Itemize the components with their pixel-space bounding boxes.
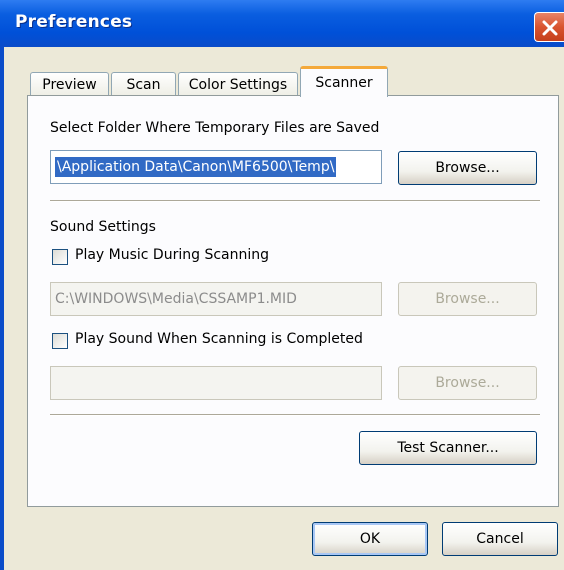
play-sound-checkbox[interactable] bbox=[52, 333, 68, 349]
preferences-dialog: Preferences Preview Scan Color Settings … bbox=[0, 0, 564, 570]
play-music-checkbox[interactable] bbox=[52, 249, 68, 265]
section-divider bbox=[50, 200, 540, 202]
temp-folder-label: Select Folder Where Temporary Files are … bbox=[50, 120, 380, 136]
test-scanner-button[interactable]: Test Scanner... bbox=[359, 431, 537, 465]
title-bar[interactable]: Preferences bbox=[0, 0, 564, 47]
window-title: Preferences bbox=[15, 12, 133, 32]
cancel-button[interactable]: Cancel bbox=[442, 522, 558, 556]
sound-settings-heading: Sound Settings bbox=[50, 219, 156, 235]
temp-folder-field[interactable]: \Application Data\Canon\MF6500\Temp\ bbox=[50, 150, 382, 184]
tab-scan[interactable]: Scan bbox=[111, 72, 176, 96]
scanner-tab-panel: Select Folder Where Temporary Files are … bbox=[27, 95, 559, 507]
tab-preview[interactable]: Preview bbox=[30, 72, 109, 96]
close-button[interactable] bbox=[534, 12, 564, 42]
sound-browse-button[interactable]: Browse... bbox=[398, 366, 537, 400]
play-music-label[interactable]: Play Music During Scanning bbox=[75, 247, 269, 263]
temp-folder-browse-button[interactable]: Browse... bbox=[398, 151, 537, 185]
tab-color-settings[interactable]: Color Settings bbox=[178, 72, 298, 96]
tab-scanner[interactable]: Scanner bbox=[300, 66, 388, 97]
play-sound-label[interactable]: Play Sound When Scanning is Completed bbox=[75, 331, 363, 347]
window-border bbox=[0, 47, 4, 570]
music-file-field[interactable]: C:\WINDOWS\Media\CSSAMP1.MID bbox=[50, 282, 382, 316]
sound-file-field[interactable] bbox=[50, 366, 382, 400]
close-icon bbox=[542, 20, 558, 36]
temp-folder-path: \Application Data\Canon\MF6500\Temp\ bbox=[55, 157, 337, 177]
music-browse-button[interactable]: Browse... bbox=[398, 282, 537, 316]
ok-button[interactable]: OK bbox=[312, 522, 428, 556]
section-divider bbox=[50, 414, 540, 416]
